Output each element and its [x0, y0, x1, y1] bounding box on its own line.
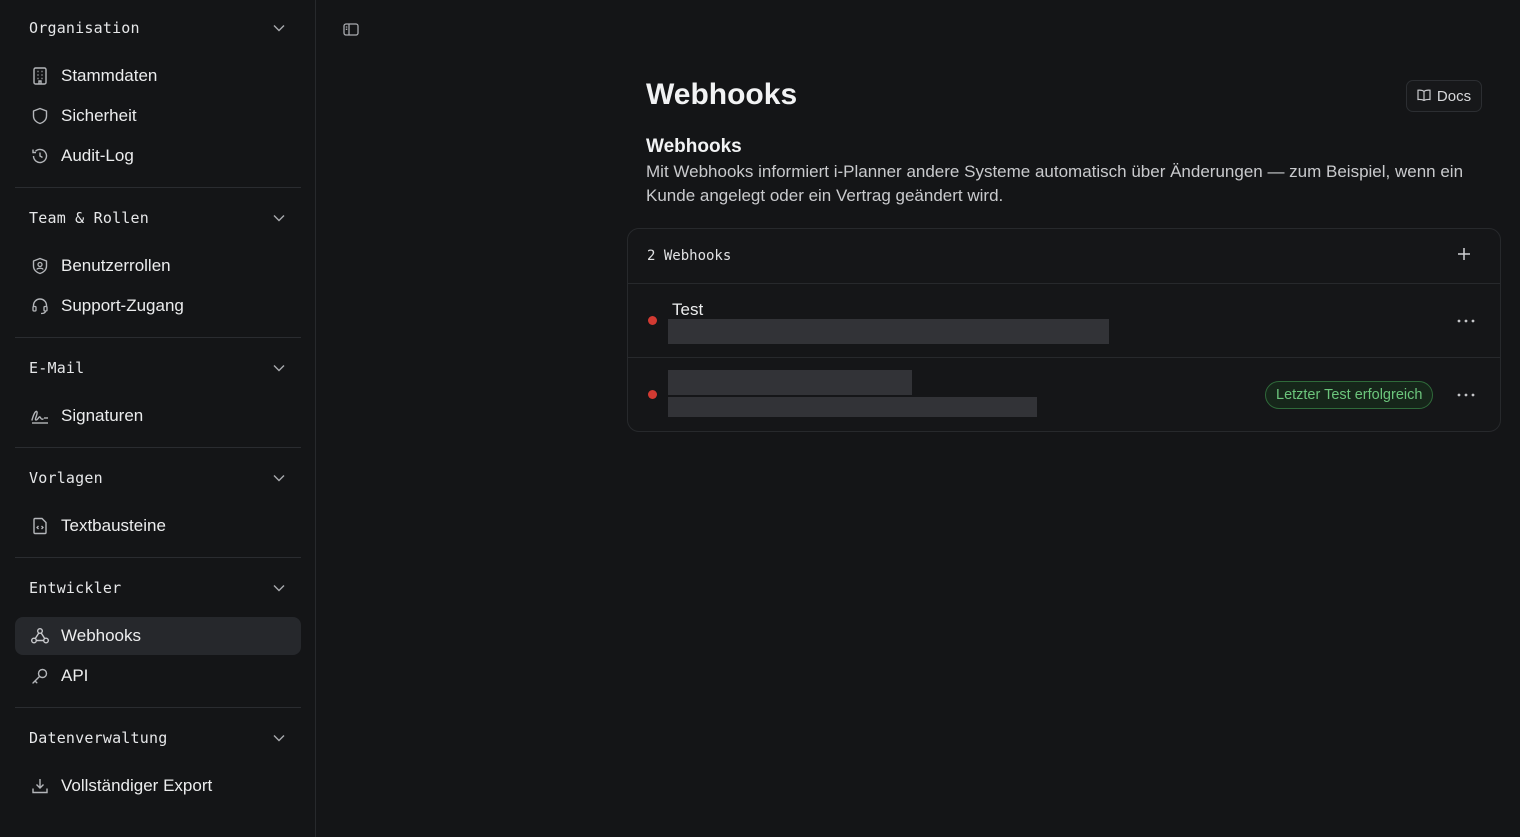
status-badge: Letzter Test erfolgreich: [1265, 381, 1434, 409]
sidebar-item-api[interactable]: API: [15, 657, 301, 695]
sidebar-item-label: Audit-Log: [61, 146, 134, 165]
docs-button[interactable]: Docs: [1406, 80, 1482, 112]
divider: [15, 557, 301, 558]
webhooks-card: 2 Webhooks Test Letzter Test erfolgreich: [627, 228, 1501, 432]
status-dot: [648, 316, 657, 325]
status-dot: [648, 390, 657, 399]
chevron-down-icon: [273, 22, 285, 34]
redacted-name: [668, 370, 912, 395]
chevron-down-icon: [273, 732, 285, 744]
sidebar-item-label: Webhooks: [61, 626, 142, 645]
redacted-url: [668, 397, 1037, 417]
book-icon: [1417, 88, 1431, 105]
chevron-down-icon: [273, 212, 285, 224]
sidebar-toggle-button[interactable]: [340, 22, 362, 42]
group-title: Datenverwaltung: [29, 729, 168, 747]
group-header-entwickler[interactable]: Entwickler: [15, 576, 301, 600]
settings-sidebar: Organisation Stammdaten Sicherheit Audit…: [0, 0, 316, 837]
section-description: Mit Webhooks informiert i-Planner andere…: [646, 162, 1464, 205]
building-icon: [30, 66, 50, 86]
docs-label: Docs: [1436, 87, 1472, 105]
download-icon: [30, 776, 50, 796]
more-horizontal-icon: [1457, 310, 1475, 328]
sidebar-item-stammdaten[interactable]: Stammdaten: [15, 57, 301, 95]
group-header-team-rollen[interactable]: Team & Rollen: [15, 206, 301, 230]
sidebar-item-support-zugang[interactable]: Support-Zugang: [15, 287, 301, 325]
chevron-down-icon: [273, 472, 285, 484]
more-horizontal-icon: [1457, 384, 1475, 402]
divider: [15, 337, 301, 338]
key-icon: [30, 666, 50, 686]
sidebar-item-webhooks[interactable]: Webhooks: [15, 617, 301, 655]
group-title: Vorlagen: [29, 469, 103, 487]
webhook-name: Test: [672, 300, 704, 319]
sidebar-item-label: Sicherheit: [61, 106, 137, 125]
sidebar-item-label: Support-Zugang: [61, 296, 184, 315]
divider: [15, 707, 301, 708]
app-root: Organisation Stammdaten Sicherheit Audit…: [0, 0, 1520, 837]
webhook-row[interactable]: Letzter Test erfolgreich: [628, 359, 1500, 433]
webhook-row[interactable]: Test: [628, 284, 1500, 358]
group-title: Organisation: [29, 19, 140, 37]
panel-left-icon: [343, 23, 359, 41]
sidebar-item-label: Textbausteine: [61, 516, 166, 535]
group-title: E-Mail: [29, 359, 85, 377]
add-webhook-button[interactable]: [1454, 246, 1474, 266]
section-title: Webhooks: [646, 136, 742, 157]
divider: [15, 187, 301, 188]
shield-icon: [30, 106, 50, 126]
sidebar-item-label: Stammdaten: [61, 66, 158, 85]
group-title: Entwickler: [29, 579, 122, 597]
signature-icon: [30, 406, 50, 426]
history-icon: [30, 146, 50, 166]
sidebar-item-signaturen[interactable]: Signaturen: [15, 397, 301, 435]
page-title: Webhooks: [646, 78, 798, 111]
redacted-url: [668, 319, 1109, 344]
sidebar-item-label: Signaturen: [61, 406, 144, 425]
sidebar-item-audit-log[interactable]: Audit-Log: [15, 137, 301, 175]
chevron-down-icon: [273, 362, 285, 374]
group-title: Team & Rollen: [29, 209, 149, 227]
plus-icon: [1457, 247, 1471, 266]
chevron-down-icon: [273, 582, 285, 594]
webhook-icon: [30, 626, 50, 646]
row-menu-button[interactable]: [1456, 383, 1476, 403]
user-shield-icon: [30, 256, 50, 276]
headset-icon: [30, 296, 50, 316]
webhooks-count: 2 Webhooks: [647, 248, 732, 264]
sidebar-item-benutzerrollen[interactable]: Benutzerrollen: [15, 247, 301, 285]
group-header-vorlagen[interactable]: Vorlagen: [15, 466, 301, 490]
sidebar-item-label: Vollständiger Export: [61, 776, 213, 795]
sidebar-item-vollstaendiger-export[interactable]: Vollständiger Export: [15, 767, 301, 805]
group-header-datenverwaltung[interactable]: Datenverwaltung: [15, 726, 301, 750]
row-menu-button[interactable]: [1456, 309, 1476, 329]
sidebar-item-textbausteine[interactable]: Textbausteine: [15, 507, 301, 545]
divider: [15, 447, 301, 448]
file-code-icon: [30, 516, 50, 536]
sidebar-item-label: API: [61, 666, 89, 685]
webhooks-card-header: 2 Webhooks: [628, 229, 1500, 284]
sidebar-item-sicherheit[interactable]: Sicherheit: [15, 97, 301, 135]
sidebar-item-label: Benutzerrollen: [61, 256, 171, 275]
group-header-e-mail[interactable]: E-Mail: [15, 356, 301, 380]
group-header-organisation[interactable]: Organisation: [15, 16, 301, 40]
